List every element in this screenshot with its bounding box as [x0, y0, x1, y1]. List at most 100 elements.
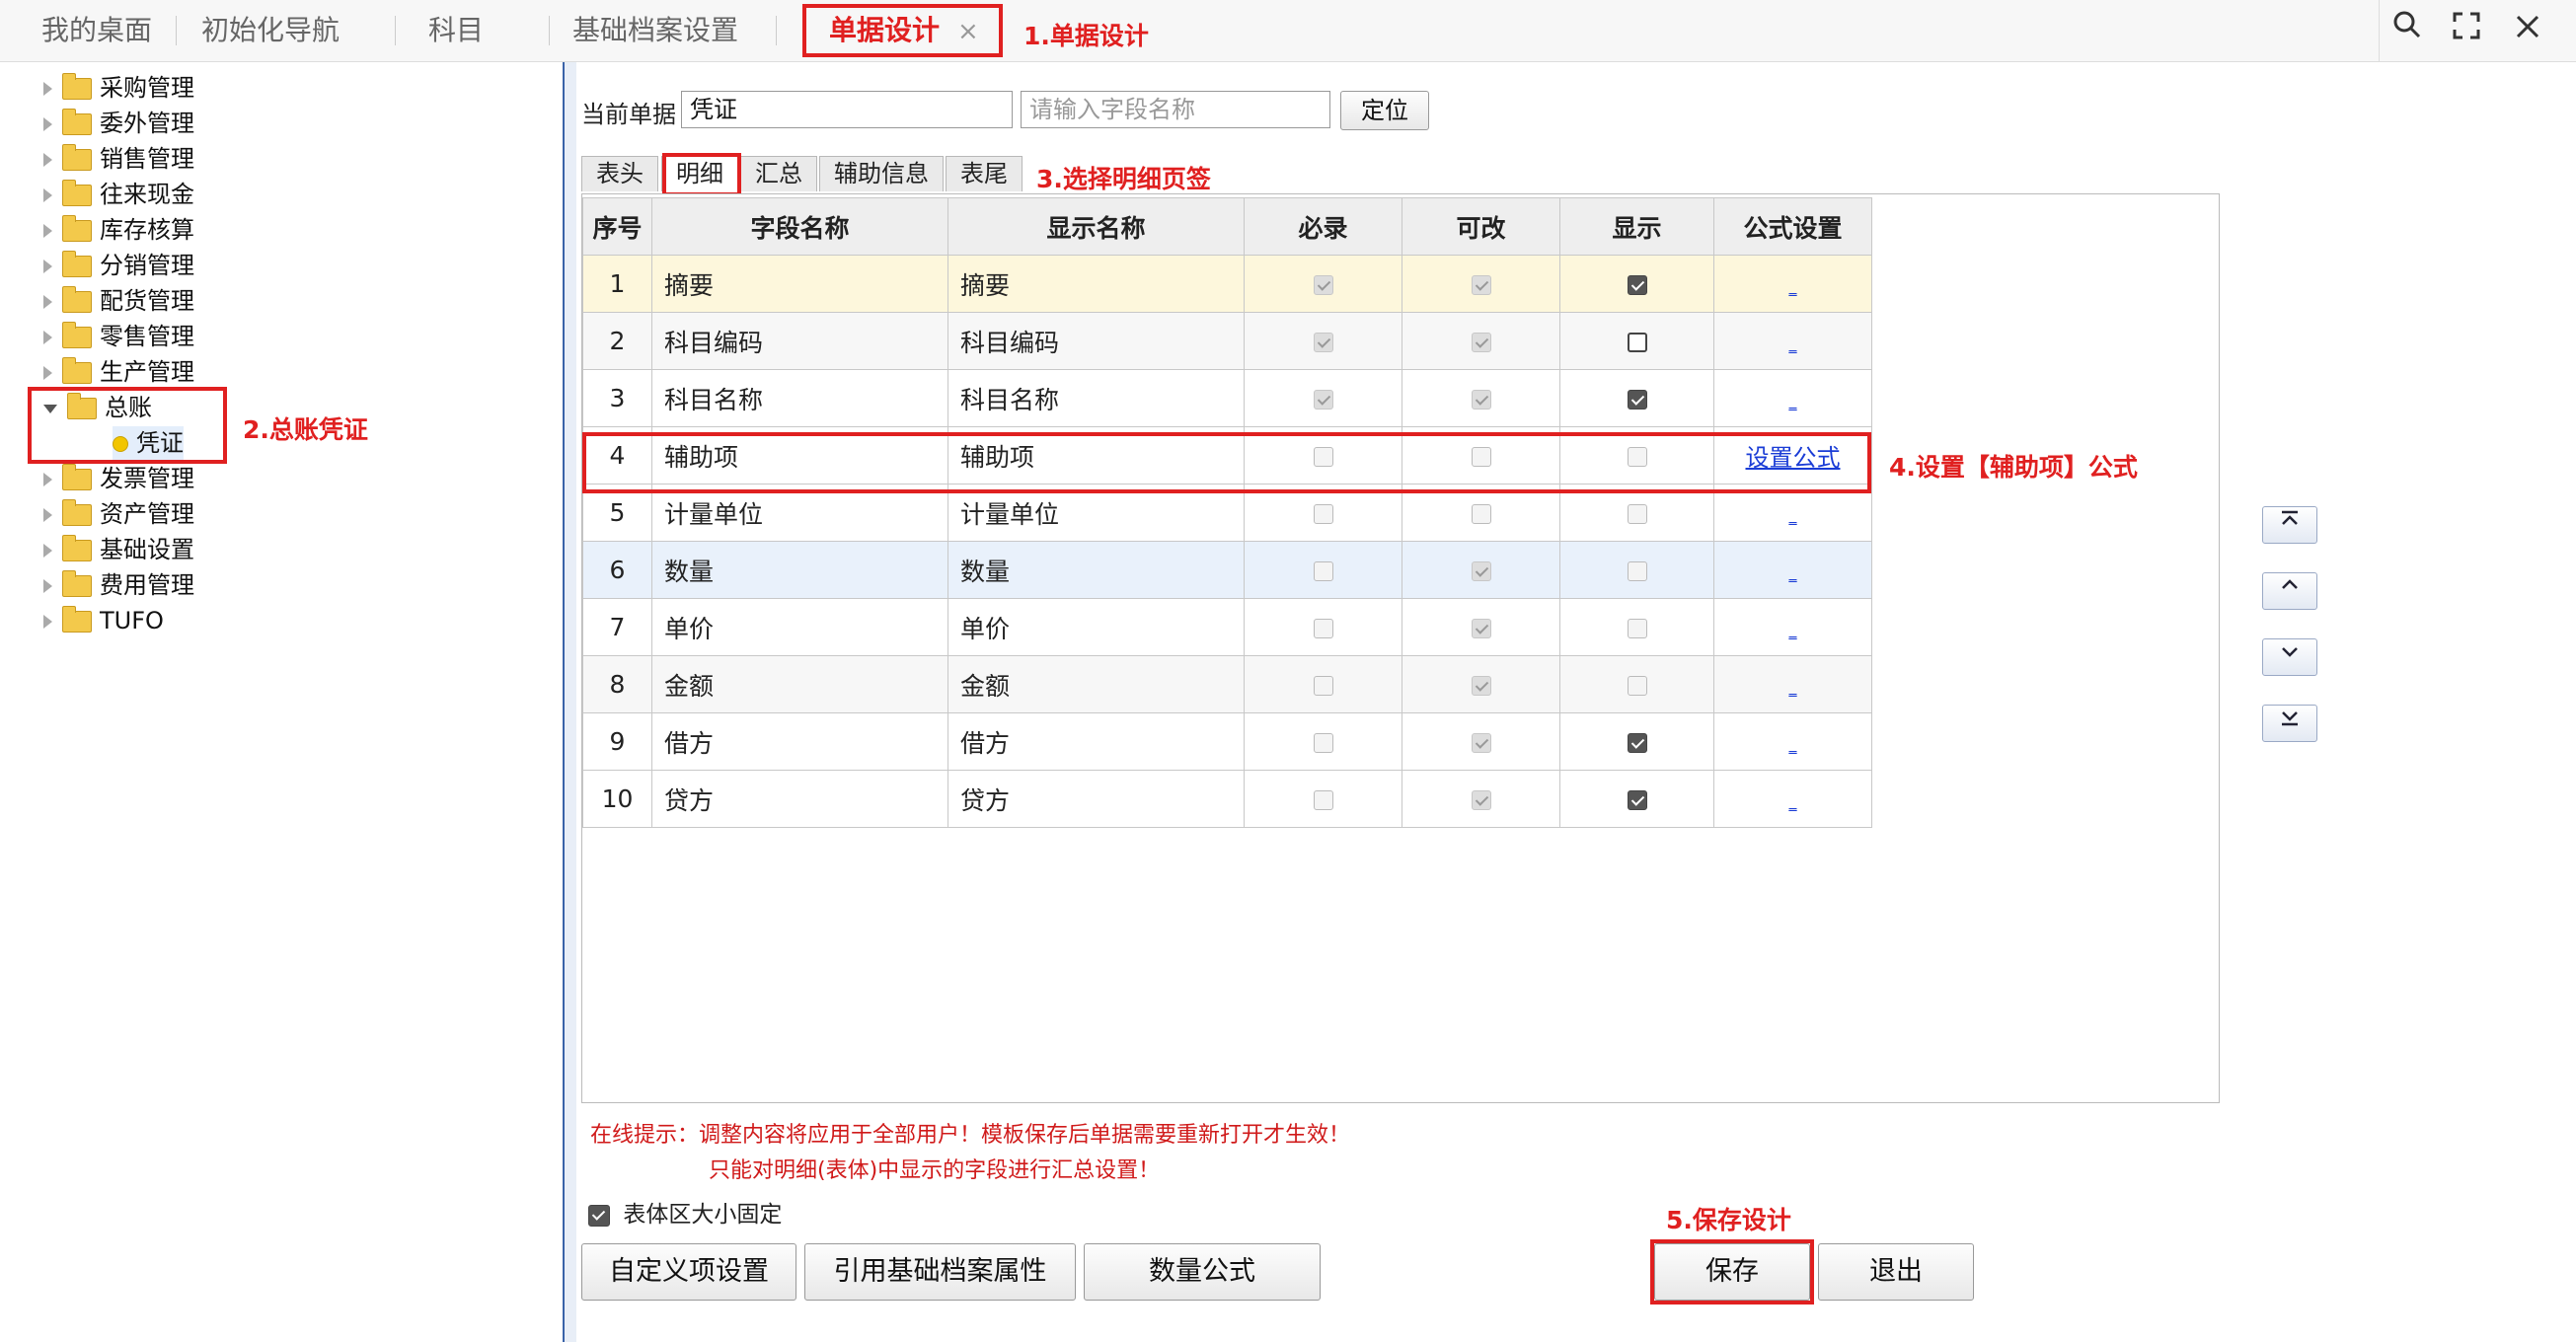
- formula-link[interactable]: _: [1789, 392, 1797, 410]
- expand-icon[interactable]: [43, 153, 52, 167]
- expand-icon[interactable]: [43, 117, 52, 131]
- header-seq: 序号: [582, 197, 652, 256]
- tab-aux-info[interactable]: 辅助信息: [819, 156, 944, 191]
- editable-cell: [1402, 598, 1560, 656]
- show-checkbox: [1627, 619, 1647, 638]
- fixed-size-option[interactable]: 表体区大小固定: [588, 1200, 782, 1230]
- move-top-icon: [2282, 510, 2298, 525]
- expand-icon[interactable]: [43, 224, 52, 238]
- tree-item-expense[interactable]: 费用管理: [43, 568, 194, 602]
- header-show: 显示: [1559, 197, 1714, 256]
- tree-item-sales[interactable]: 销售管理: [43, 142, 194, 176]
- tab-footer[interactable]: 表尾: [946, 156, 1023, 191]
- tab-my-desktop[interactable]: 我的桌面: [41, 0, 152, 61]
- custom-items-button[interactable]: 自定义项设置: [581, 1243, 796, 1301]
- highlight-aux-row: [582, 432, 1871, 493]
- table-row[interactable]: 8 金额 金额 _: [582, 655, 1872, 713]
- expand-icon[interactable]: [43, 615, 52, 629]
- expand-icon[interactable]: [43, 544, 52, 558]
- formula-link[interactable]: _: [1789, 735, 1797, 754]
- display-name-cell: 单价: [947, 598, 1245, 656]
- expand-icon[interactable]: [43, 473, 52, 486]
- tab-summary[interactable]: 汇总: [740, 156, 817, 191]
- table-row[interactable]: 10 贷方 贷方 _: [582, 770, 1872, 828]
- field-name-cell: 数量: [651, 541, 948, 599]
- tree-item-inventory[interactable]: 库存核算: [43, 213, 194, 247]
- table-row[interactable]: 1 摘要 摘要 _: [582, 255, 1872, 313]
- expand-icon[interactable]: [43, 579, 52, 593]
- expand-icon[interactable]: [43, 295, 52, 309]
- qty-formula-button[interactable]: 数量公式: [1084, 1243, 1321, 1301]
- table-row[interactable]: 6 数量 数量 _: [582, 541, 1872, 599]
- tree-item-retail[interactable]: 零售管理: [43, 320, 194, 353]
- formula-link[interactable]: _: [1789, 621, 1797, 639]
- fullscreen-icon[interactable]: [2446, 10, 2487, 51]
- field-name-cell: 金额: [651, 655, 948, 713]
- ref-archive-attr-button[interactable]: 引用基础档案属性: [804, 1243, 1076, 1301]
- tree-item-purchase[interactable]: 采购管理: [43, 71, 194, 105]
- show-checkbox[interactable]: [1627, 333, 1647, 352]
- show-checkbox[interactable]: [1627, 733, 1647, 753]
- field-name-cell: 借方: [651, 712, 948, 771]
- expand-icon[interactable]: [43, 508, 52, 522]
- editable-checkbox: [1471, 790, 1491, 810]
- editable-checkbox: [1471, 561, 1491, 581]
- expand-icon[interactable]: [43, 366, 52, 380]
- annotation-step2: 2.总账凭证: [243, 415, 368, 444]
- expand-icon[interactable]: [43, 331, 52, 344]
- expand-icon[interactable]: [43, 82, 52, 96]
- tab-header[interactable]: 表头: [581, 156, 658, 191]
- expand-icon[interactable]: [43, 260, 52, 273]
- move-down-button[interactable]: [2262, 638, 2317, 676]
- formula-link[interactable]: _: [1789, 335, 1797, 353]
- formula-link[interactable]: _: [1789, 678, 1797, 697]
- tab-basic-archive[interactable]: 基础档案设置: [572, 0, 738, 61]
- current-bill-field[interactable]: 凭证: [681, 91, 1013, 128]
- table-row[interactable]: 9 借方 借方 _: [582, 712, 1872, 771]
- tree-item-assets[interactable]: 资产管理: [43, 497, 194, 531]
- tab-subjects[interactable]: 科目: [428, 0, 484, 61]
- move-bottom-button[interactable]: [2262, 705, 2317, 742]
- show-checkbox[interactable]: [1627, 390, 1647, 410]
- tree-item-production[interactable]: 生产管理: [43, 355, 194, 389]
- tree-item-allocation[interactable]: 配货管理: [43, 284, 194, 318]
- show-cell: [1559, 655, 1714, 713]
- tree-item-outsourcing[interactable]: 委外管理: [43, 107, 194, 140]
- formula-link[interactable]: _: [1789, 277, 1797, 296]
- locate-button[interactable]: 定位: [1340, 91, 1429, 130]
- panel-splitter[interactable]: [563, 62, 576, 1342]
- expand-icon[interactable]: [43, 188, 52, 202]
- formula-link[interactable]: _: [1789, 506, 1797, 525]
- tab-divider: [549, 16, 550, 45]
- tree-item-distribution[interactable]: 分销管理: [43, 249, 194, 282]
- field-name-search-input[interactable]: 请输入字段名称: [1021, 91, 1330, 128]
- table-row[interactable]: 3 科目名称 科目名称 _: [582, 369, 1872, 427]
- table-row[interactable]: 2 科目编码 科目编码 _: [582, 312, 1872, 370]
- editable-checkbox: [1471, 733, 1491, 753]
- formula-link[interactable]: _: [1789, 792, 1797, 811]
- search-icon[interactable]: [2387, 10, 2428, 51]
- move-top-button[interactable]: [2262, 506, 2317, 544]
- move-up-button[interactable]: [2262, 572, 2317, 610]
- formula-link[interactable]: _: [1789, 563, 1797, 582]
- editable-checkbox: [1471, 275, 1491, 295]
- header-display-name: 显示名称: [947, 197, 1245, 256]
- tab-init-nav[interactable]: 初始化导航: [201, 0, 340, 61]
- tree-item-base-settings[interactable]: 基础设置: [43, 533, 194, 566]
- display-name-cell: 数量: [947, 541, 1245, 599]
- close-icon[interactable]: [2507, 10, 2548, 51]
- folder-icon: [62, 109, 92, 135]
- tree-item-tufo[interactable]: TUFO: [43, 604, 164, 637]
- show-checkbox[interactable]: [1627, 790, 1647, 810]
- editable-cell: [1402, 255, 1560, 313]
- tree-item-cash[interactable]: 往来现金: [43, 178, 194, 211]
- required-cell: [1244, 712, 1402, 771]
- tree-item-invoice[interactable]: 发票管理: [43, 462, 194, 495]
- show-cell: [1559, 312, 1714, 370]
- formula-cell: _: [1713, 369, 1872, 427]
- show-checkbox[interactable]: [1627, 275, 1647, 295]
- show-cell: [1559, 255, 1714, 313]
- table-row[interactable]: 7 单价 单价 _: [582, 598, 1872, 656]
- fixed-size-checkbox[interactable]: [588, 1204, 610, 1227]
- exit-button[interactable]: 退出: [1818, 1243, 1974, 1301]
